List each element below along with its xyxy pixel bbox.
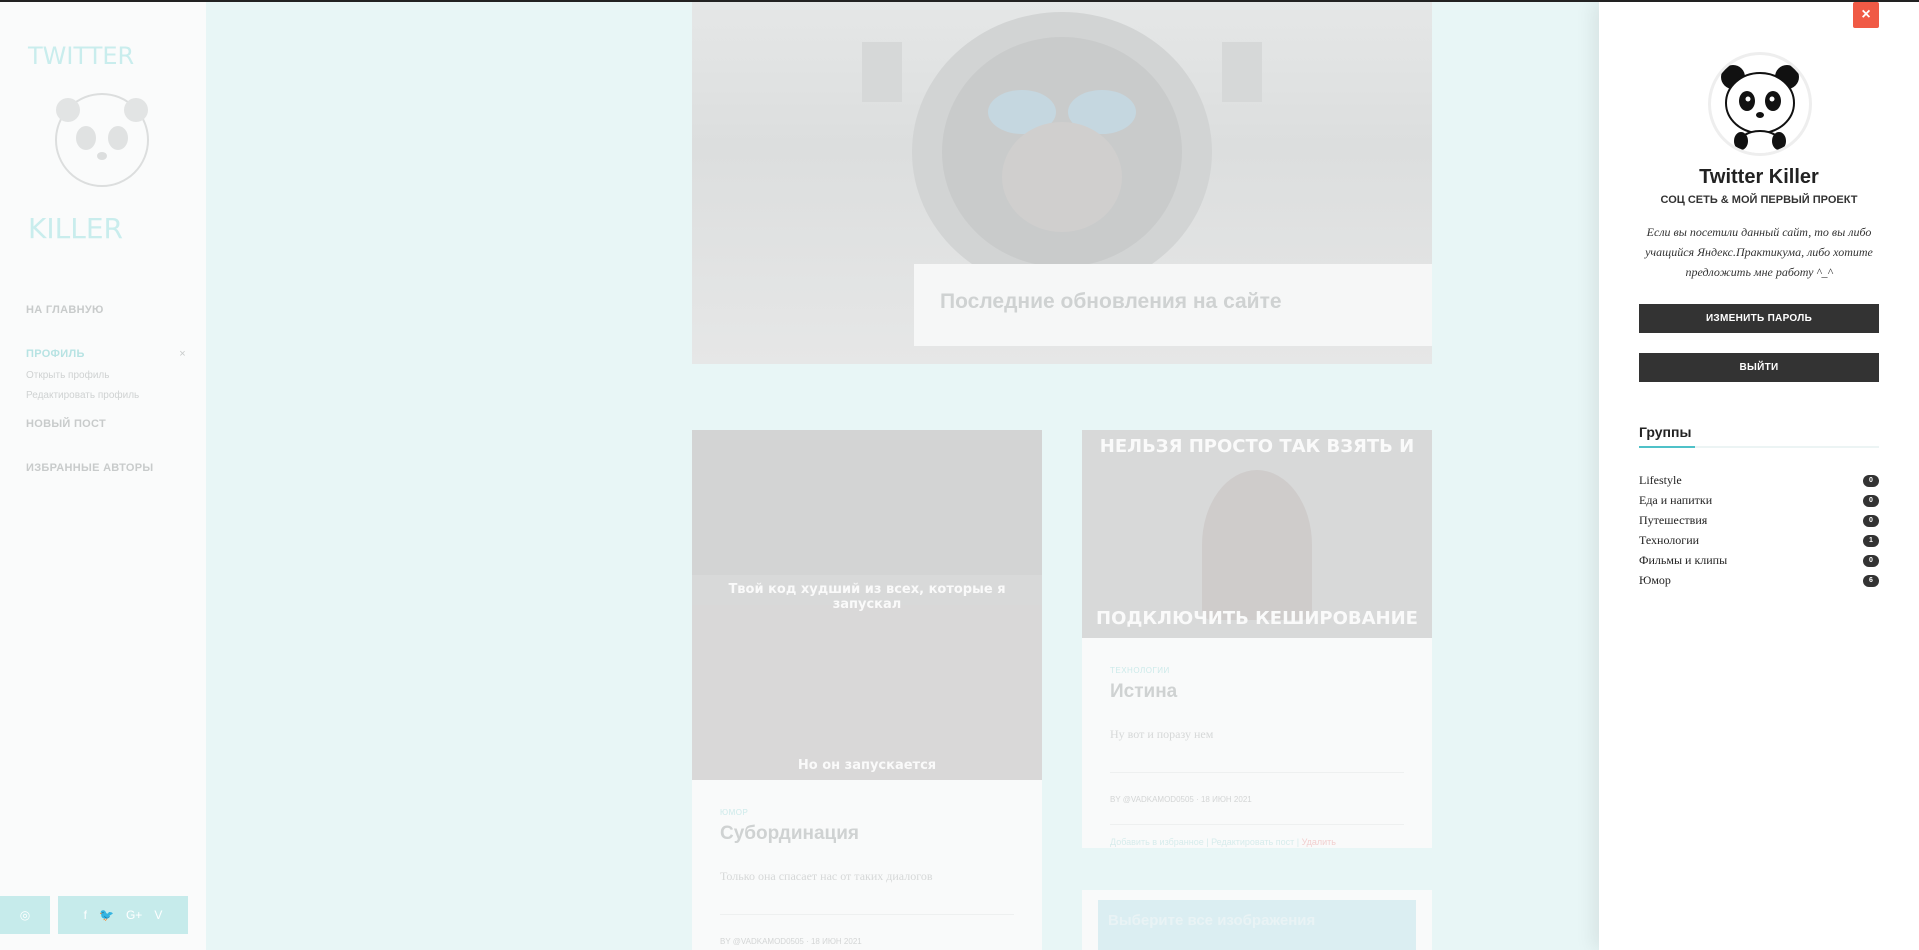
post-body: ТЕХНОЛОГИИ Истина Ну вот и поразу нем BY… bbox=[1082, 666, 1432, 847]
top-border bbox=[0, 0, 1919, 2]
group-item[interactable]: Lifestyle 0 bbox=[1639, 470, 1879, 490]
group-count-badge: 0 bbox=[1863, 515, 1879, 527]
post-image[interactable]: Твой код худший из всех, которые я запус… bbox=[692, 430, 1042, 780]
close-panel-button[interactable]: × bbox=[1853, 2, 1879, 28]
left-sidebar: TWITTER KILLER НА ГЛАВНУЮ ПРОФИЛЬ × Откр… bbox=[0, 2, 206, 950]
hero-caption[interactable]: Последние обновления на сайте bbox=[914, 264, 1432, 346]
site-tagline: СОЦ СЕТЬ & МОЙ ПЕРВЫЙ ПРОЕКТ bbox=[1660, 194, 1858, 206]
meme-caption-top: Твой код худший из всех, которые я запус… bbox=[728, 582, 1006, 612]
group-count-badge: 6 bbox=[1863, 575, 1879, 587]
group-name: Lifestyle bbox=[1639, 473, 1682, 487]
google-plus-icon[interactable]: G+ bbox=[126, 908, 142, 922]
meme-caption-bottom: ПОДКЛЮЧИТЬ КЕШИРОВАНИЕ bbox=[1096, 608, 1418, 629]
group-item[interactable]: Технологии 1 bbox=[1639, 530, 1879, 550]
group-item[interactable]: Путешествия 0 bbox=[1639, 510, 1879, 530]
post-actions-links[interactable]: Добавить в избранное | Редактировать пос… bbox=[1110, 837, 1299, 847]
sidebar-nav: НА ГЛАВНУЮ ПРОФИЛЬ × Открыть профиль Ред… bbox=[26, 302, 186, 504]
logo-text-top: TWITTER bbox=[27, 42, 134, 70]
group-name: Фильмы и клипы bbox=[1639, 553, 1728, 567]
group-count-badge: 0 bbox=[1863, 555, 1879, 567]
social-group-box: f 🐦 G+ V bbox=[58, 896, 188, 934]
post-card[interactable]: Выберите все изображения bbox=[1082, 890, 1432, 950]
delete-post-link[interactable]: Удалить bbox=[1302, 837, 1336, 847]
hero-banner: Последние обновления на сайте bbox=[692, 2, 1432, 364]
group-item[interactable]: Еда и напитки 0 bbox=[1639, 490, 1879, 510]
post-category[interactable]: ЮМОР bbox=[720, 808, 1014, 817]
post-actions: Добавить в избранное | Редактировать пос… bbox=[1110, 824, 1404, 847]
post-image[interactable]: НЕЛЬЗЯ ПРОСТО ТАК ВЗЯТЬ И ПОДКЛЮЧИТЬ КЕШ… bbox=[1082, 430, 1432, 638]
post-category[interactable]: ТЕХНОЛОГИИ bbox=[1110, 666, 1404, 675]
nav-new-post-link[interactable]: НОВЫЙ ПОСТ bbox=[26, 416, 186, 460]
groups-divider bbox=[1639, 446, 1879, 448]
group-name: Еда и напитки bbox=[1639, 493, 1713, 507]
groups-list: Lifestyle 0 Еда и напитки 0 Путешествия … bbox=[1639, 470, 1879, 590]
group-count-badge: 0 bbox=[1863, 475, 1879, 487]
vk-icon[interactable]: V bbox=[154, 908, 162, 922]
group-name: Технологии bbox=[1639, 533, 1700, 547]
facebook-icon[interactable]: f bbox=[84, 908, 87, 922]
close-icon: × bbox=[1861, 6, 1871, 23]
social-links: ◎ f 🐦 G+ V bbox=[0, 896, 188, 934]
post-title[interactable]: Субординация bbox=[720, 823, 1014, 845]
nav-open-profile-link[interactable]: Открыть профиль bbox=[26, 366, 186, 386]
avatar[interactable] bbox=[1708, 52, 1812, 156]
change-password-button[interactable]: ИЗМЕНИТЬ ПАРОЛЬ bbox=[1639, 304, 1879, 333]
group-item[interactable]: Юмор 6 bbox=[1639, 570, 1879, 590]
profile-submenu: Открыть профиль Редактировать профиль bbox=[26, 366, 186, 410]
nav-profile-toggle[interactable]: ПРОФИЛЬ × bbox=[26, 346, 186, 366]
groups-heading: Группы bbox=[1639, 424, 1692, 440]
post-title[interactable]: Истина bbox=[1110, 681, 1404, 703]
nav-profile-label: ПРОФИЛЬ bbox=[26, 348, 85, 360]
logout-button[interactable]: ВЫЙТИ bbox=[1639, 353, 1879, 382]
post-image[interactable]: Выберите все изображения bbox=[1098, 900, 1416, 950]
post-text: Только она спасает нас от таких диалогов bbox=[720, 869, 933, 883]
post-meta: BY @VADKAMOD0505 · 18 ИЮН 2021 bbox=[1110, 772, 1404, 804]
site-name: Twitter Killer bbox=[1699, 166, 1819, 188]
close-icon[interactable]: × bbox=[179, 346, 186, 362]
post-card[interactable]: НЕЛЬЗЯ ПРОСТО ТАК ВЗЯТЬ И ПОДКЛЮЧИТЬ КЕШ… bbox=[1082, 430, 1432, 848]
site-logo[interactable]: TWITTER KILLER bbox=[22, 40, 182, 250]
group-name: Юмор bbox=[1639, 573, 1671, 587]
instagram-icon[interactable]: ◎ bbox=[20, 908, 30, 922]
social-instagram-box: ◎ bbox=[0, 896, 50, 934]
post-text: Ну вот и поразу нем bbox=[1110, 727, 1214, 741]
logo-text-bottom: KILLER bbox=[28, 212, 123, 245]
meme-caption-top: НЕЛЬЗЯ ПРОСТО ТАК ВЗЯТЬ И bbox=[1099, 436, 1415, 457]
group-count-badge: 0 bbox=[1863, 495, 1879, 507]
nav-home-link[interactable]: НА ГЛАВНУЮ bbox=[26, 302, 186, 346]
banner-text: Выберите все изображения bbox=[1108, 912, 1316, 929]
site-description: Если вы посетили данный сайт, то вы либо… bbox=[1645, 225, 1873, 279]
group-name: Путешествия bbox=[1639, 513, 1708, 527]
panda-avatar-icon bbox=[1721, 65, 1799, 153]
post-meta: BY @VADKAMOD0505 · 18 ИЮН 2021 bbox=[720, 914, 1014, 946]
nav-edit-profile-link[interactable]: Редактировать профиль bbox=[26, 386, 186, 406]
nav-favorites-link[interactable]: ИЗБРАННЫЕ АВТОРЫ bbox=[26, 460, 186, 504]
group-count-badge: 1 bbox=[1863, 535, 1879, 547]
post-card[interactable]: Твой код худший из всех, которые я запус… bbox=[692, 430, 1042, 950]
twitter-icon[interactable]: 🐦 bbox=[99, 908, 114, 922]
post-body: ЮМОР Субординация Только она спасает нас… bbox=[692, 808, 1042, 946]
group-item[interactable]: Фильмы и клипы 0 bbox=[1639, 550, 1879, 570]
panda-logo-icon: TWITTER KILLER bbox=[27, 42, 149, 245]
meme-caption-bottom: Но он запускается bbox=[797, 758, 937, 773]
